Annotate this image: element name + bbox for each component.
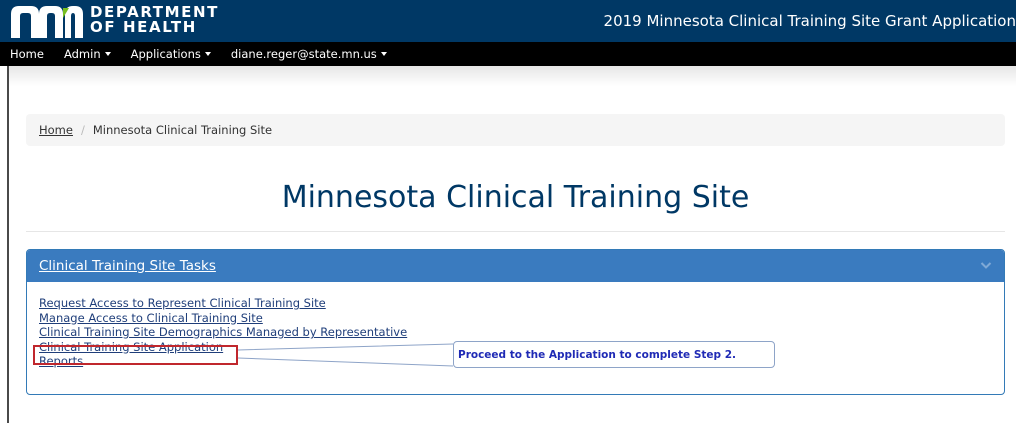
breadcrumb-separator: / xyxy=(80,123,85,137)
content-shadow xyxy=(9,66,1016,86)
chevron-down-icon[interactable] xyxy=(980,259,992,271)
nav-admin-label: Admin xyxy=(63,47,101,61)
breadcrumb-current: Minnesota Clinical Training Site xyxy=(92,123,273,137)
breadcrumb: Home / Minnesota Clinical Training Site xyxy=(26,114,1005,146)
page-title: Minnesota Clinical Training Site xyxy=(281,180,750,215)
department-name: DEPARTMENT OF HEALTH xyxy=(90,5,219,35)
annotation-callout: Proceed to the Application to complete S… xyxy=(453,341,775,368)
application-highlight-box xyxy=(33,345,238,365)
tasks-panel-heading: Clinical Training Site Tasks xyxy=(27,250,1004,282)
manage-access-link[interactable]: Manage Access to Clinical Training Site xyxy=(39,311,992,326)
app-title: 2019 Minnesota Clinical Training Site Gr… xyxy=(603,12,1016,30)
mn-logo[interactable] xyxy=(9,4,85,38)
caret-down-icon xyxy=(104,52,111,56)
nav-user-label: diane.reger@state.mn.us xyxy=(230,47,377,61)
tasks-panel-heading-link[interactable]: Clinical Training Site Tasks xyxy=(39,258,216,274)
content-border xyxy=(7,66,9,423)
demographics-link[interactable]: Clinical Training Site Demographics Mana… xyxy=(39,325,992,340)
nav-applications-dropdown[interactable]: Applications xyxy=(131,47,211,61)
header-banner: DEPARTMENT OF HEALTH 2019 Minnesota Clin… xyxy=(0,0,1016,42)
caret-down-icon xyxy=(380,52,387,56)
request-access-link[interactable]: Request Access to Represent Clinical Tra… xyxy=(39,296,992,311)
main-navbar: Home Admin Applications diane.reger@stat… xyxy=(0,42,1016,66)
nav-home-label: Home xyxy=(10,47,44,61)
nav-admin-dropdown[interactable]: Admin xyxy=(64,47,111,61)
breadcrumb-home-link[interactable]: Home xyxy=(39,123,73,137)
nav-home[interactable]: Home xyxy=(10,47,44,61)
nav-applications-label: Applications xyxy=(130,47,201,61)
mn-logo-icon xyxy=(9,4,85,38)
nav-user-dropdown[interactable]: diane.reger@state.mn.us xyxy=(231,47,387,61)
title-divider xyxy=(26,231,1005,232)
dept-line2: OF HEALTH xyxy=(90,18,197,36)
tasks-panel: Clinical Training Site Tasks Request Acc… xyxy=(26,249,1005,395)
caret-down-icon xyxy=(204,52,211,56)
callout-text: Proceed to the Application to complete S… xyxy=(458,348,736,361)
